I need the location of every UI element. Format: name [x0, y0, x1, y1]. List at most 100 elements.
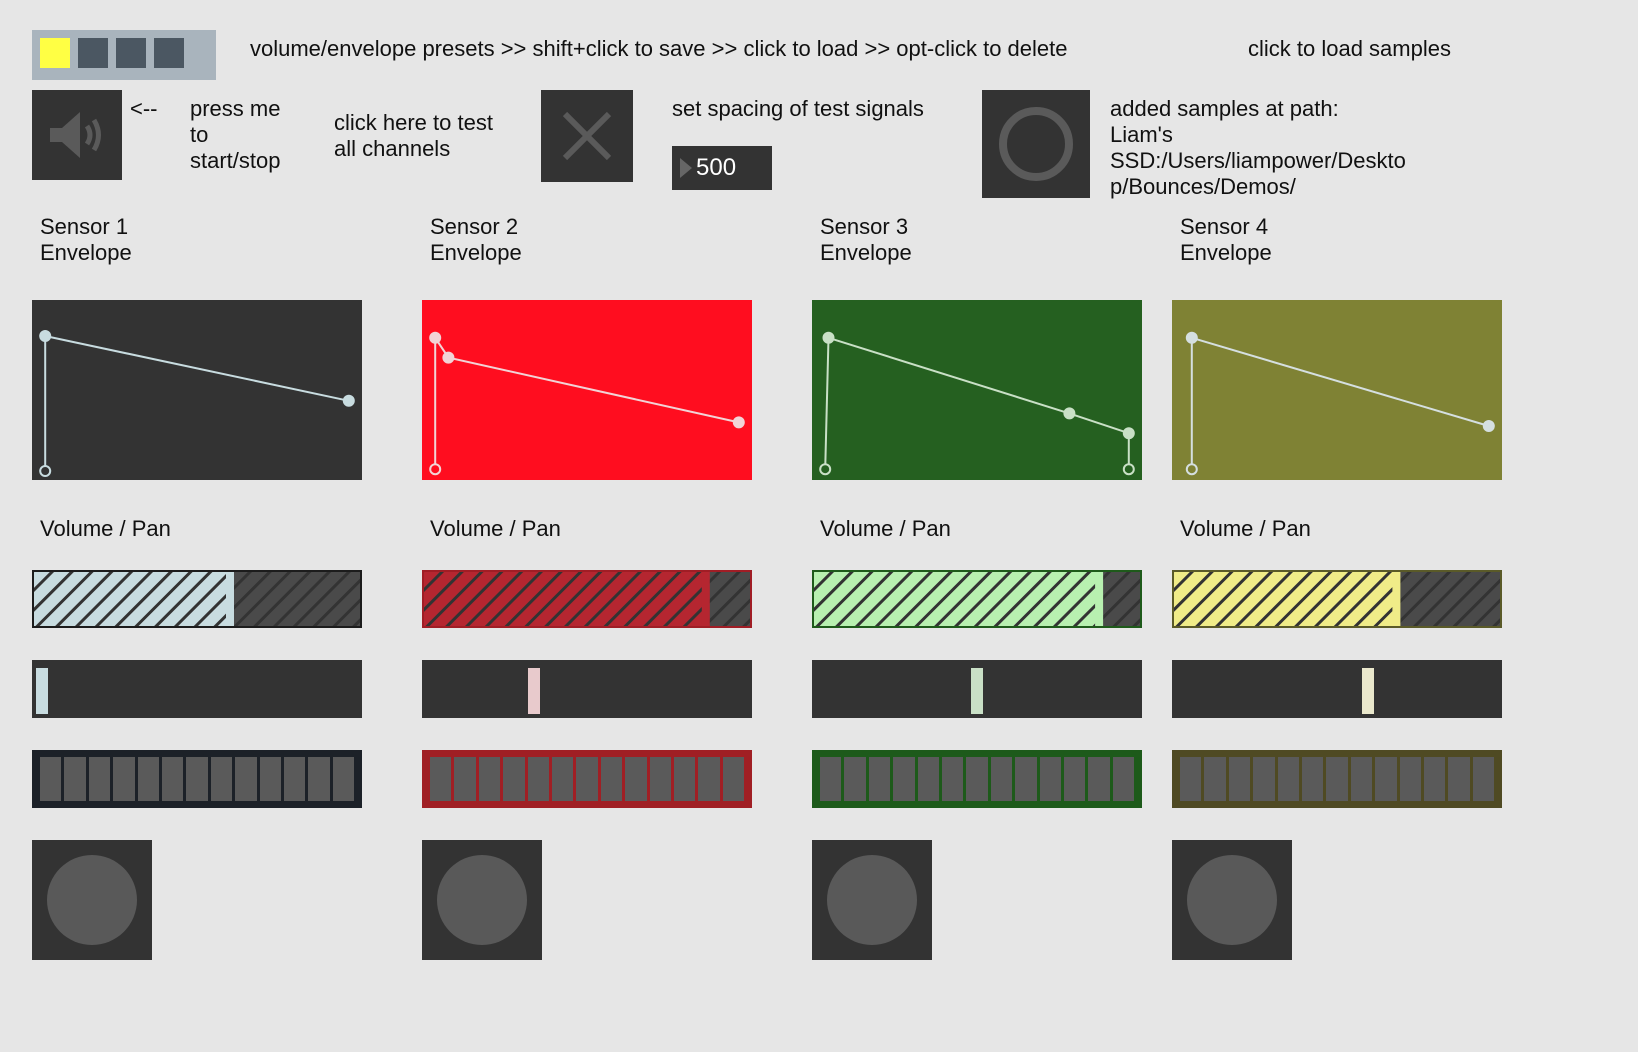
pan-slider[interactable] [812, 660, 1142, 718]
envelope-point[interactable] [1185, 331, 1198, 344]
envelope-editor[interactable] [422, 300, 752, 480]
step-cell[interactable] [1375, 757, 1397, 801]
volume-slider[interactable] [422, 570, 752, 628]
preset-slot-2[interactable] [78, 38, 108, 68]
volume-slider[interactable] [32, 570, 362, 628]
envelope-point[interactable] [1482, 420, 1495, 432]
step-cell[interactable] [1472, 757, 1495, 801]
envelope-point[interactable] [39, 330, 52, 342]
step-cell[interactable] [1039, 757, 1061, 801]
step-cell[interactable] [1112, 757, 1135, 801]
step-cell[interactable] [283, 757, 306, 801]
step-cell[interactable] [137, 757, 159, 801]
volume-handle[interactable] [1095, 570, 1104, 628]
envelope-point[interactable] [342, 394, 355, 407]
step-cell[interactable] [1277, 757, 1299, 801]
envelope-point[interactable] [1063, 407, 1076, 420]
step-cell[interactable] [1228, 757, 1251, 801]
step-cell[interactable] [527, 757, 549, 801]
pan-thumb[interactable] [36, 668, 48, 714]
trigger-pad[interactable] [1172, 840, 1292, 960]
step-cell[interactable] [868, 757, 891, 801]
trigger-pad[interactable] [422, 840, 542, 960]
step-cell[interactable] [64, 757, 86, 801]
step-cell[interactable] [186, 757, 208, 801]
step-sequencer[interactable] [32, 750, 362, 808]
step-cell[interactable] [1423, 757, 1446, 801]
envelope-graph[interactable] [1172, 300, 1502, 480]
envelope-point[interactable] [822, 331, 835, 344]
step-cell[interactable] [820, 757, 842, 801]
start-stop-button[interactable] [32, 90, 122, 180]
step-cell[interactable] [1088, 757, 1110, 801]
envelope-point[interactable] [39, 465, 52, 477]
step-cell[interactable] [1063, 757, 1086, 801]
step-cell[interactable] [430, 757, 452, 801]
step-cell[interactable] [308, 757, 330, 801]
step-cell[interactable] [1399, 757, 1421, 801]
envelope-point[interactable] [1122, 463, 1135, 476]
step-cell[interactable] [478, 757, 501, 801]
trigger-pad[interactable] [812, 840, 932, 960]
preset-slot-3[interactable] [116, 38, 146, 68]
step-cell[interactable] [259, 757, 281, 801]
step-cell[interactable] [113, 757, 135, 801]
step-cell[interactable] [893, 757, 915, 801]
trigger-pad[interactable] [32, 840, 152, 960]
spacing-number-box[interactable]: 500 [672, 146, 772, 190]
step-cell[interactable] [698, 757, 720, 801]
step-cell[interactable] [625, 757, 647, 801]
envelope-point[interactable] [429, 331, 442, 344]
step-cell[interactable] [1301, 757, 1324, 801]
load-samples-button[interactable] [982, 90, 1090, 198]
step-cell[interactable] [210, 757, 233, 801]
step-cell[interactable] [941, 757, 964, 801]
volume-slider[interactable] [812, 570, 1142, 628]
pan-slider[interactable] [32, 660, 362, 718]
step-cell[interactable] [844, 757, 866, 801]
envelope-point[interactable] [442, 351, 455, 364]
envelope-point[interactable] [732, 416, 745, 429]
envelope-editor[interactable] [1172, 300, 1502, 480]
step-sequencer[interactable] [422, 750, 752, 808]
envelope-editor[interactable] [32, 300, 362, 480]
step-cell[interactable] [1180, 757, 1202, 801]
preset-slot-4[interactable] [154, 38, 184, 68]
step-cell[interactable] [600, 757, 623, 801]
test-all-channels-button[interactable] [541, 90, 633, 182]
step-cell[interactable] [722, 757, 745, 801]
step-cell[interactable] [551, 757, 574, 801]
envelope-point[interactable] [1185, 463, 1198, 476]
step-cell[interactable] [40, 757, 62, 801]
pan-slider[interactable] [1172, 660, 1502, 718]
envelope-editor[interactable] [812, 300, 1142, 480]
step-cell[interactable] [1326, 757, 1348, 801]
pan-thumb[interactable] [528, 668, 541, 714]
step-sequencer[interactable] [812, 750, 1142, 808]
step-cell[interactable] [1015, 757, 1037, 801]
step-cell[interactable] [503, 757, 525, 801]
envelope-point[interactable] [819, 463, 832, 476]
envelope-graph[interactable] [812, 300, 1142, 480]
step-cell[interactable] [1448, 757, 1470, 801]
pan-thumb[interactable] [1362, 668, 1374, 714]
step-cell[interactable] [576, 757, 598, 801]
envelope-point[interactable] [429, 463, 442, 476]
pan-thumb[interactable] [971, 668, 983, 714]
step-cell[interactable] [1253, 757, 1275, 801]
volume-handle[interactable] [226, 570, 234, 628]
envelope-point[interactable] [1122, 427, 1135, 440]
envelope-graph[interactable] [422, 300, 752, 480]
load-samples-label[interactable]: click to load samples [1248, 36, 1451, 62]
envelope-graph[interactable] [32, 300, 362, 480]
preset-bar[interactable] [32, 30, 216, 80]
step-cell[interactable] [1204, 757, 1226, 801]
step-cell[interactable] [1350, 757, 1373, 801]
volume-handle[interactable] [1392, 570, 1401, 628]
step-cell[interactable] [673, 757, 696, 801]
step-cell[interactable] [235, 757, 257, 801]
step-cell[interactable] [966, 757, 988, 801]
step-sequencer[interactable] [1172, 750, 1502, 808]
step-cell[interactable] [917, 757, 939, 801]
step-cell[interactable] [88, 757, 111, 801]
